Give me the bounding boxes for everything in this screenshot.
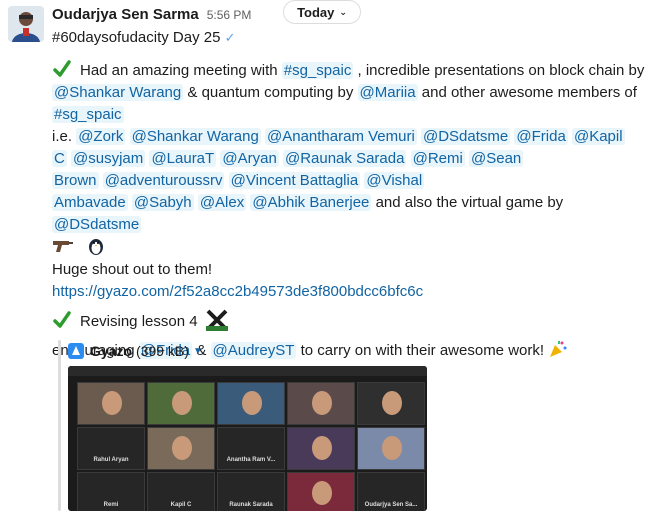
video-tile: Rahul Aryan — [77, 427, 145, 470]
video-tile: Anantha Ram V... — [217, 427, 285, 470]
gun-emoji-icon — [53, 241, 73, 252]
video-tile: Kapil C — [147, 472, 215, 511]
mention[interactable]: @Mariia — [357, 84, 418, 101]
message: Oudarjya Sen Sarma 5:56 PM Today ⌄ #60da… — [0, 0, 653, 511]
mention[interactable]: @Abhik Banerjee — [250, 194, 372, 211]
participant-name: Oudarjya Sen Sa... — [364, 502, 418, 508]
mention[interactable]: Brown — [52, 172, 99, 189]
mention[interactable]: @Vincent Battaglia — [228, 172, 361, 189]
mention[interactable]: @adventuroussrv — [102, 172, 225, 189]
mention[interactable]: @Raunak Sarada — [282, 150, 407, 167]
chevron-down-icon: ⌄ — [339, 6, 347, 17]
video-tile — [77, 382, 145, 425]
video-tile — [287, 472, 355, 511]
participant-name: Anantha Ram V... — [226, 457, 276, 463]
mention[interactable]: @Shankar Warang — [52, 84, 184, 101]
video-call-toolbar — [68, 366, 427, 376]
avatar[interactable] — [8, 6, 44, 42]
text: , incredible presentations on block chai… — [357, 62, 645, 79]
video-tile: Raunak Sarada — [217, 472, 285, 511]
participant-face — [312, 481, 332, 505]
check-icon — [53, 60, 71, 77]
mention[interactable]: @Aryan — [220, 150, 279, 167]
shout-text: Huge shout out to them! — [52, 261, 213, 278]
text: & quantum computing by — [187, 84, 354, 101]
video-tile — [287, 427, 355, 470]
message-body: #60daysofudacity Day 25 ✓ Had an amazing… — [52, 27, 650, 362]
mention[interactable]: @AudreyST — [210, 342, 297, 359]
chevron-down-icon[interactable]: ▼ — [193, 346, 203, 357]
mention[interactable]: C — [52, 150, 67, 167]
participant-face — [172, 391, 192, 415]
participant-face — [312, 391, 332, 415]
mention[interactable]: @Sabyh — [131, 194, 194, 211]
mention[interactable]: @DSdatsme — [420, 128, 511, 145]
video-tile — [217, 382, 285, 425]
participant-face — [382, 391, 402, 415]
vscode-icon: ✓ — [224, 30, 236, 45]
date-pill-label: Today — [297, 4, 335, 20]
mention[interactable]: @DSdatsme — [52, 216, 142, 233]
timestamp[interactable]: 5:56 PM — [207, 8, 252, 22]
participant-face — [172, 436, 192, 460]
message-header: Oudarjya Sen Sarma 5:56 PM — [52, 6, 251, 26]
date-pill[interactable]: Today ⌄ — [283, 0, 361, 24]
participant-name: Kapil C — [170, 502, 192, 508]
text: Revising lesson 4 — [80, 313, 198, 330]
video-tile — [357, 382, 425, 425]
attachment-bar — [58, 340, 61, 511]
mention[interactable]: @Shankar Warang — [129, 128, 261, 145]
party-popper-icon — [550, 341, 567, 357]
attachment-image[interactable]: Rahul Aryan Anantha Ram V... Remi Kapil C Ra… — [68, 366, 427, 511]
mention[interactable]: @Zork — [76, 128, 126, 145]
title-line: #60daysofudacity Day 25 — [52, 29, 221, 46]
attachment-name[interactable]: Gyazo — [90, 343, 132, 359]
channel-link[interactable]: #sg_spaic — [281, 62, 354, 79]
participant-name: Remi — [103, 502, 119, 508]
mention[interactable]: @Vishal — [364, 172, 425, 189]
participant-face — [242, 391, 262, 415]
mention[interactable]: Ambavade — [52, 194, 128, 211]
text: i.e. — [52, 128, 73, 145]
participant-face — [102, 391, 122, 415]
text: to carry on with their awesome work! — [300, 342, 545, 359]
video-tile: Oudarjya Sen Sa... — [357, 472, 425, 511]
mention[interactable]: @Kapil — [571, 128, 625, 145]
mention[interactable]: @Frida — [514, 128, 568, 145]
video-tile — [147, 382, 215, 425]
mention[interactable]: @susyjam — [71, 150, 146, 167]
video-tile — [357, 427, 425, 470]
mention[interactable]: @LauraT — [149, 150, 217, 167]
mention[interactable]: @Alex — [197, 194, 247, 211]
video-tile — [147, 427, 215, 470]
participant-face — [382, 436, 402, 460]
lesson-x-icon — [205, 309, 228, 331]
mention[interactable]: @Sean — [469, 150, 524, 167]
participant-name: Raunak Sarada — [229, 502, 273, 508]
mention[interactable]: @Remi — [410, 150, 465, 167]
author-name[interactable]: Oudarjya Sen Sarma — [52, 6, 199, 23]
gyazo-link[interactable]: https://gyazo.com/2f52a8cc2b49573de3f800… — [52, 283, 423, 300]
participant-face — [312, 436, 332, 460]
video-tile: Remi — [77, 472, 145, 511]
check-icon — [53, 311, 71, 328]
attachment-size: (399 kB) — [136, 343, 189, 359]
text: and also the virtual game by — [375, 194, 564, 211]
text: Had an amazing meeting with — [80, 62, 278, 79]
mention[interactable]: @Anantharam Vemuri — [265, 128, 417, 145]
channel-link[interactable]: #sg_spaic — [52, 106, 124, 123]
penguin-emoji-icon — [89, 239, 104, 255]
text: and other awesome members of — [421, 84, 637, 101]
participant-name: Rahul Aryan — [93, 457, 129, 463]
video-tile — [287, 382, 355, 425]
gyazo-icon — [68, 343, 84, 359]
attachment-header: Gyazo (399 kB) ▼ — [68, 341, 203, 361]
